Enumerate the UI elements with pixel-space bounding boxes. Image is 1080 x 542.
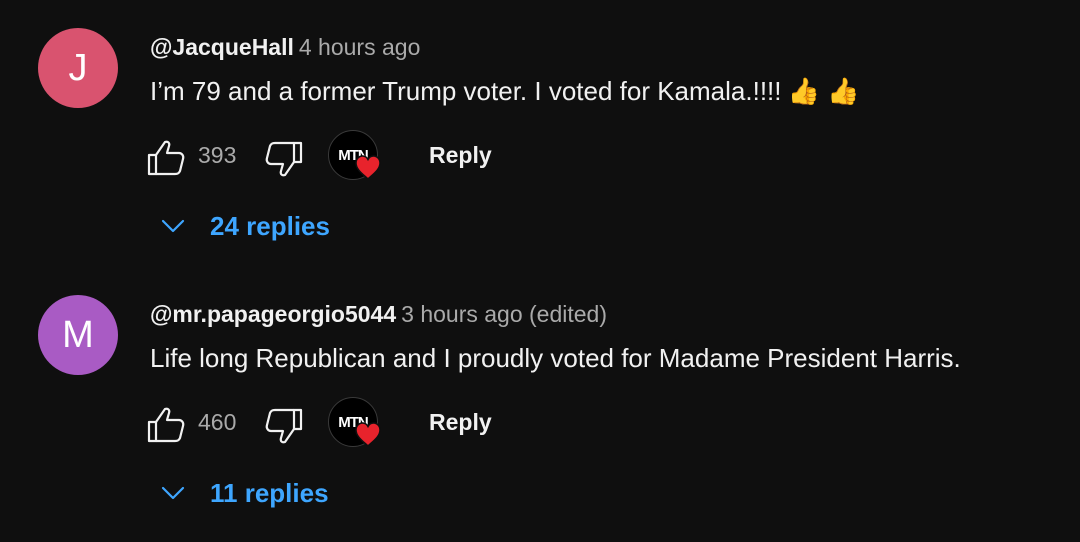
comment-text: I’m 79 and a former Trump voter. I voted…	[150, 74, 859, 108]
comment-actions: 393 MTN Reply	[146, 128, 746, 184]
author-name[interactable]: @JacqueHall	[150, 34, 294, 60]
like-button[interactable]	[146, 405, 186, 445]
heart-icon	[355, 155, 381, 180]
comment-thread: J @JacqueHall 4 hours ago I’m 79 and a fo…	[0, 0, 1080, 267]
thumbs-up-icon	[147, 407, 185, 443]
like-button[interactable]	[146, 138, 186, 178]
comment-actions: 460 MTN Reply	[146, 395, 746, 451]
comment-thread: M @mr.papageorgio5044 3 hours ago (edited…	[0, 267, 1080, 534]
thumbs-up-emoji: 👍 👍	[787, 76, 860, 106]
comment-text: Life long Republican and I proudly voted…	[150, 341, 961, 375]
comment-header: @mr.papageorgio5044 3 hours ago (edited)	[150, 299, 607, 329]
replies-count-label: 24 replies	[210, 210, 330, 241]
author-name[interactable]: @mr.papageorgio5044	[150, 301, 396, 327]
comment-timestamp[interactable]: 3 hours ago (edited)	[401, 301, 607, 327]
creator-heart-badge: MTN	[328, 130, 381, 182]
avatar[interactable]: J	[38, 28, 118, 108]
reply-button[interactable]: Reply	[429, 409, 492, 436]
comment-body: Life long Republican and I proudly voted…	[150, 343, 961, 373]
chevron-down-icon	[161, 486, 185, 500]
thumbs-up-icon	[147, 140, 185, 176]
comment-header: @JacqueHall 4 hours ago	[150, 32, 420, 62]
comment-timestamp[interactable]: 4 hours ago	[299, 34, 420, 60]
heart-icon	[355, 422, 381, 447]
reply-button[interactable]: Reply	[429, 142, 492, 169]
avatar[interactable]: M	[38, 295, 118, 375]
like-count: 460	[198, 409, 237, 435]
dislike-button[interactable]	[264, 405, 304, 445]
thumbs-down-icon	[265, 141, 303, 177]
avatar-letter: J	[68, 46, 88, 89]
thumbs-down-icon	[265, 408, 303, 444]
comment-body: I’m 79 and a former Trump voter. I voted…	[150, 76, 782, 106]
like-count: 393	[198, 142, 237, 168]
view-replies-button[interactable]: 11 replies	[160, 473, 329, 513]
chevron-down-icon	[161, 219, 185, 233]
replies-count-label: 11 replies	[210, 477, 329, 508]
view-replies-button[interactable]: 24 replies	[160, 206, 330, 246]
avatar-letter: M	[62, 313, 94, 356]
creator-heart-badge: MTN	[328, 397, 381, 449]
dislike-button[interactable]	[264, 138, 304, 178]
